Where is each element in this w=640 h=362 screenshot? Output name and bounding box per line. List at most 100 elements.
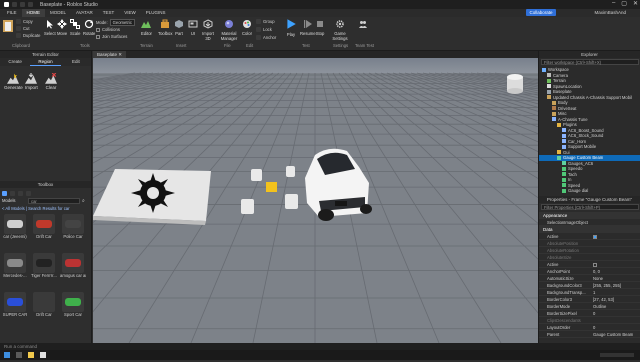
game-settings-button[interactable]: Game Settings — [332, 19, 348, 41]
ui-button[interactable]: UI — [188, 19, 198, 36]
tab-baseplate[interactable]: Baseplate ✕ — [93, 51, 127, 58]
toolbox-item[interactable]: car (Jeeemi) — [3, 214, 27, 239]
anchor-button[interactable]: Anchor — [256, 35, 276, 40]
search-input[interactable]: car — [28, 198, 80, 204]
undo-icon[interactable] — [20, 2, 25, 7]
properties-section-header[interactable]: Appearance — [539, 212, 640, 219]
property-row[interactable]: BorderColor3 [27, 42, 53] — [539, 296, 640, 303]
paste-button[interactable] — [2, 19, 14, 35]
marketplace-tab-icon[interactable] — [2, 191, 7, 196]
property-row[interactable]: AbsoluteSize — [539, 254, 640, 261]
property-row[interactable]: Parent Gauge Custom Beam — [539, 331, 640, 338]
tab-create[interactable]: Create — [0, 58, 30, 66]
unchecked-checkbox-icon[interactable] — [593, 262, 597, 267]
property-row[interactable]: Active — [539, 233, 640, 240]
explorer-filter-input[interactable]: Filter workspace (Ctrl+Shift+X) — [541, 59, 639, 65]
search-icon[interactable]: ⌕ — [82, 198, 85, 204]
duplicate-button[interactable]: Duplicate — [16, 33, 40, 38]
recent-tab-icon[interactable] — [18, 191, 23, 196]
menu-plugins[interactable]: PLUGINS — [141, 9, 171, 17]
part-button[interactable]: Part — [174, 19, 184, 36]
generate-tool[interactable]: Generate — [4, 73, 23, 90]
join-surfaces-checkbox[interactable] — [96, 34, 100, 39]
properties-filter-input[interactable]: Filter Properties (Ctrl+Shift+P) — [541, 204, 639, 210]
close-button[interactable]: ✕ — [633, 0, 638, 7]
property-value[interactable]: 0 — [593, 324, 595, 331]
command-bar[interactable]: Run a command — [0, 343, 640, 350]
copy-button[interactable]: Copy — [16, 19, 33, 24]
property-row[interactable]: BackgroundTransp... 1 — [539, 289, 640, 296]
property-value[interactable]: Outline — [593, 303, 606, 310]
stop-button[interactable]: Stop — [315, 19, 325, 36]
toolbox-item[interactable]: Sport Car — [61, 292, 85, 317]
explorer-row[interactable]: Gauge dial — [539, 188, 640, 194]
checked-checkbox-icon[interactable] — [593, 234, 597, 239]
collaborate-button[interactable]: Collaborate — [526, 9, 556, 16]
mode-dropdown[interactable]: Mode: Geometric — [96, 19, 135, 26]
property-row[interactable]: SelectionImageObject — [539, 219, 640, 226]
maximize-button[interactable]: ▢ — [621, 0, 627, 7]
property-row[interactable]: AbsolutePosition — [539, 240, 640, 247]
property-value[interactable]: Gauge Custom Beam — [593, 331, 633, 338]
cylinder-part[interactable] — [507, 74, 523, 94]
toolbox-item[interactable]: Mercedes-... — [3, 253, 27, 278]
seat-part[interactable] — [266, 182, 277, 192]
username-label[interactable]: MaximBashAnd — [594, 9, 626, 17]
property-value[interactable]: None — [593, 275, 603, 282]
property-row[interactable]: BackgroundColor3 [255, 255, 255] — [539, 282, 640, 289]
roblox-studio-app-icon[interactable] — [40, 352, 46, 358]
import-3d-button[interactable]: Import 3D — [202, 19, 214, 41]
properties-section-header[interactable]: Data — [539, 226, 640, 233]
scale-tool-button[interactable]: Scale — [70, 19, 80, 36]
property-row[interactable]: ClipsDescendants — [539, 317, 640, 324]
menu-file[interactable]: FILE — [2, 9, 22, 17]
menu-test[interactable]: TEST — [98, 9, 120, 17]
toolbox-item[interactable]: Drift Car — [32, 214, 56, 239]
tab-edit[interactable]: Edit — [61, 58, 91, 66]
collisions-toggle[interactable]: Collisions — [96, 27, 120, 32]
clear-tool[interactable]: Clear — [45, 73, 57, 90]
terrain-editor-button[interactable]: Editor — [141, 19, 152, 36]
creations-tab-icon[interactable] — [26, 191, 31, 196]
property-row[interactable]: BorderSizePixel 0 — [539, 310, 640, 317]
toolbox-item[interactable]: amogus car among us... — [60, 253, 86, 278]
collisions-checkbox[interactable] — [96, 27, 100, 32]
resume-button[interactable]: Resume — [300, 19, 316, 36]
inventory-tab-icon[interactable] — [10, 191, 15, 196]
menu-model[interactable]: MODEL — [45, 9, 71, 17]
move-tool-button[interactable]: Move — [57, 19, 67, 36]
team-test-button[interactable] — [358, 19, 368, 31]
menu-home[interactable]: HOME — [21, 9, 46, 17]
color-button[interactable]: Color — [242, 19, 252, 36]
property-value[interactable]: 0, 0 — [593, 268, 600, 275]
category-dropdown[interactable]: Models — [2, 198, 26, 204]
menu-view[interactable]: VIEW — [119, 9, 141, 17]
property-value[interactable]: 1 — [593, 289, 595, 296]
select-tool-button[interactable]: Select — [44, 19, 56, 36]
menu-avatar[interactable]: AVATAR — [71, 9, 98, 17]
property-row[interactable]: AutomaticSize None — [539, 275, 640, 282]
explorer-app-icon[interactable] — [28, 352, 34, 358]
join-surfaces-toggle[interactable]: Join Surfaces — [96, 34, 127, 39]
save-icon[interactable] — [12, 2, 17, 7]
property-row[interactable]: Active — [539, 261, 640, 268]
group-button[interactable]: Group — [256, 19, 275, 24]
cut-button[interactable]: Cut — [16, 26, 30, 31]
lock-button[interactable]: Lock — [256, 27, 272, 32]
toolbox-item[interactable]: Drift Car — [32, 292, 56, 317]
property-value[interactable]: [255, 255, 255] — [593, 282, 621, 289]
toolbox-item[interactable]: Tiger Ferrrrr... — [31, 253, 57, 278]
property-row[interactable]: AbsoluteRotation — [539, 247, 640, 254]
tab-region[interactable]: Region — [30, 58, 61, 66]
property-row[interactable]: AnchorPoint 0, 0 — [539, 268, 640, 275]
toolbox-item[interactable]: Police Car — [61, 214, 85, 239]
property-value[interactable]: [27, 42, 53] — [593, 296, 614, 303]
property-row[interactable]: BorderMode Outline — [539, 303, 640, 310]
rotate-tool-button[interactable]: Rotate — [83, 19, 95, 36]
toolbox-item[interactable]: SUPER CAR — [3, 292, 27, 317]
start-icon[interactable] — [4, 352, 10, 358]
minimize-button[interactable]: – — [612, 0, 615, 7]
import-tool[interactable]: Import — [25, 73, 38, 90]
property-row[interactable]: LayoutOrder 0 — [539, 324, 640, 331]
toolbox-button[interactable]: Toolbox — [158, 19, 172, 36]
